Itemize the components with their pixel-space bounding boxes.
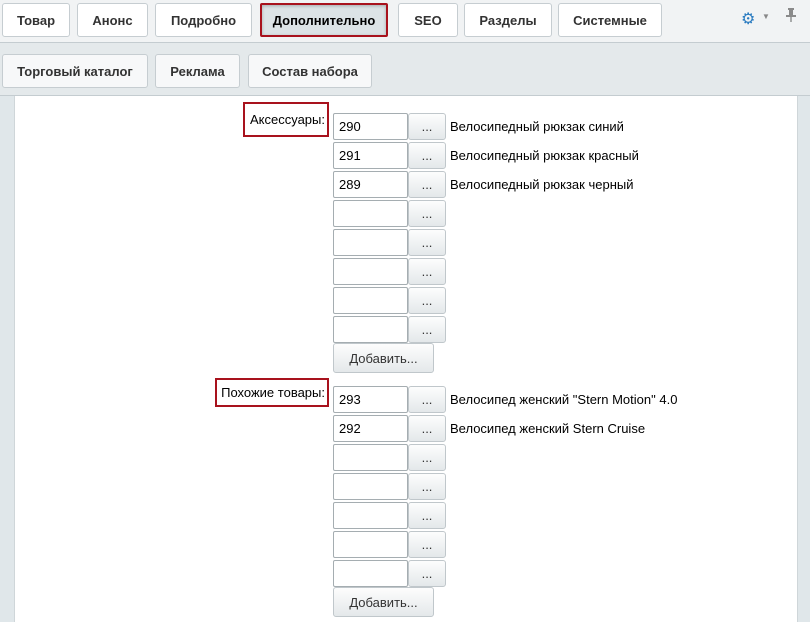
browse-button[interactable]: ... xyxy=(408,287,446,314)
browse-button[interactable]: ... xyxy=(408,229,446,256)
tab-label: Подробно xyxy=(170,12,237,28)
tab-label: Разделы xyxy=(479,12,537,28)
gear-icon[interactable]: ⚙ xyxy=(741,9,755,29)
similar-products-label-text: Похожие товары: xyxy=(221,385,325,400)
browse-button[interactable]: ... xyxy=(408,560,446,587)
tab-product[interactable]: Товар xyxy=(2,3,70,37)
similar-id-input[interactable] xyxy=(333,473,408,500)
browse-button[interactable]: ... xyxy=(408,444,446,471)
similar-id-input[interactable] xyxy=(333,386,408,413)
similar-product-name: Велосипед женский "Stern Motion" 4.0 xyxy=(450,392,678,407)
browse-button[interactable]: ... xyxy=(408,473,446,500)
browse-button[interactable]: ... xyxy=(408,502,446,529)
tab-system[interactable]: Системные xyxy=(558,3,662,37)
add-similar-button[interactable]: Добавить... xyxy=(333,587,434,617)
accessory-id-input[interactable] xyxy=(333,229,408,256)
tab-bundle[interactable]: Состав набора xyxy=(248,54,372,88)
accessory-id-input[interactable] xyxy=(333,171,408,198)
tab-label: Анонс xyxy=(92,12,133,28)
tab-details[interactable]: Подробно xyxy=(155,3,252,37)
browse-button[interactable]: ... xyxy=(408,258,446,285)
tab-label: Дополнительно xyxy=(272,12,376,28)
similar-products-label: Похожие товары: xyxy=(215,378,329,407)
similar-id-input[interactable] xyxy=(333,531,408,558)
similar-id-input[interactable] xyxy=(333,415,408,442)
browse-button[interactable]: ... xyxy=(408,316,446,343)
browse-button[interactable]: ... xyxy=(408,142,446,169)
tab-seo[interactable]: SEO xyxy=(398,3,458,37)
tab-label: Реклама xyxy=(170,63,225,79)
accessory-id-input[interactable] xyxy=(333,287,408,314)
accessory-name: Велосипедный рюкзак синий xyxy=(450,119,624,134)
accessory-id-input[interactable] xyxy=(333,258,408,285)
browse-button[interactable]: ... xyxy=(408,171,446,198)
browse-button[interactable]: ... xyxy=(408,113,446,140)
tab-advertising[interactable]: Реклама xyxy=(155,54,240,88)
accessories-label: Аксессуары: xyxy=(243,102,329,137)
similar-product-name: Велосипед женский Stern Cruise xyxy=(450,421,646,436)
tab-label: SEO xyxy=(414,12,442,28)
browse-button[interactable]: ... xyxy=(408,415,446,442)
pin-icon[interactable] xyxy=(786,8,796,25)
accessory-name: Велосипедный рюкзак черный xyxy=(450,177,634,192)
tab-sections[interactable]: Разделы xyxy=(464,3,552,37)
accessories-label-text: Аксессуары: xyxy=(249,112,325,127)
accessory-name: Велосипедный рюкзак красный xyxy=(450,148,639,163)
accessory-id-input[interactable] xyxy=(333,142,408,169)
sub-tab-bar: Торговый каталог Реклама Состав набора xyxy=(0,43,810,96)
tab-trade-catalog[interactable]: Торговый каталог xyxy=(2,54,148,88)
similar-id-input[interactable] xyxy=(333,444,408,471)
accessory-id-input[interactable] xyxy=(333,200,408,227)
browse-button[interactable]: ... xyxy=(408,200,446,227)
similar-id-input[interactable] xyxy=(333,502,408,529)
similar-id-input[interactable] xyxy=(333,560,408,587)
add-accessory-button[interactable]: Добавить... xyxy=(333,343,434,373)
tab-additional[interactable]: Дополнительно xyxy=(260,3,388,37)
browse-button[interactable]: ... xyxy=(408,386,446,413)
main-tab-bar: Товар Анонс Подробно Дополнительно SEO Р… xyxy=(0,0,810,43)
browse-button[interactable]: ... xyxy=(408,531,446,558)
tab-label: Торговый каталог xyxy=(17,63,133,79)
accessory-id-input[interactable] xyxy=(333,113,408,140)
accessory-id-input[interactable] xyxy=(333,316,408,343)
chevron-down-icon[interactable]: ▼ xyxy=(762,12,770,21)
tab-label: Товар xyxy=(16,12,56,28)
tab-label: Состав набора xyxy=(262,63,358,79)
tab-announce[interactable]: Анонс xyxy=(77,3,148,37)
tab-label: Системные xyxy=(573,12,647,28)
